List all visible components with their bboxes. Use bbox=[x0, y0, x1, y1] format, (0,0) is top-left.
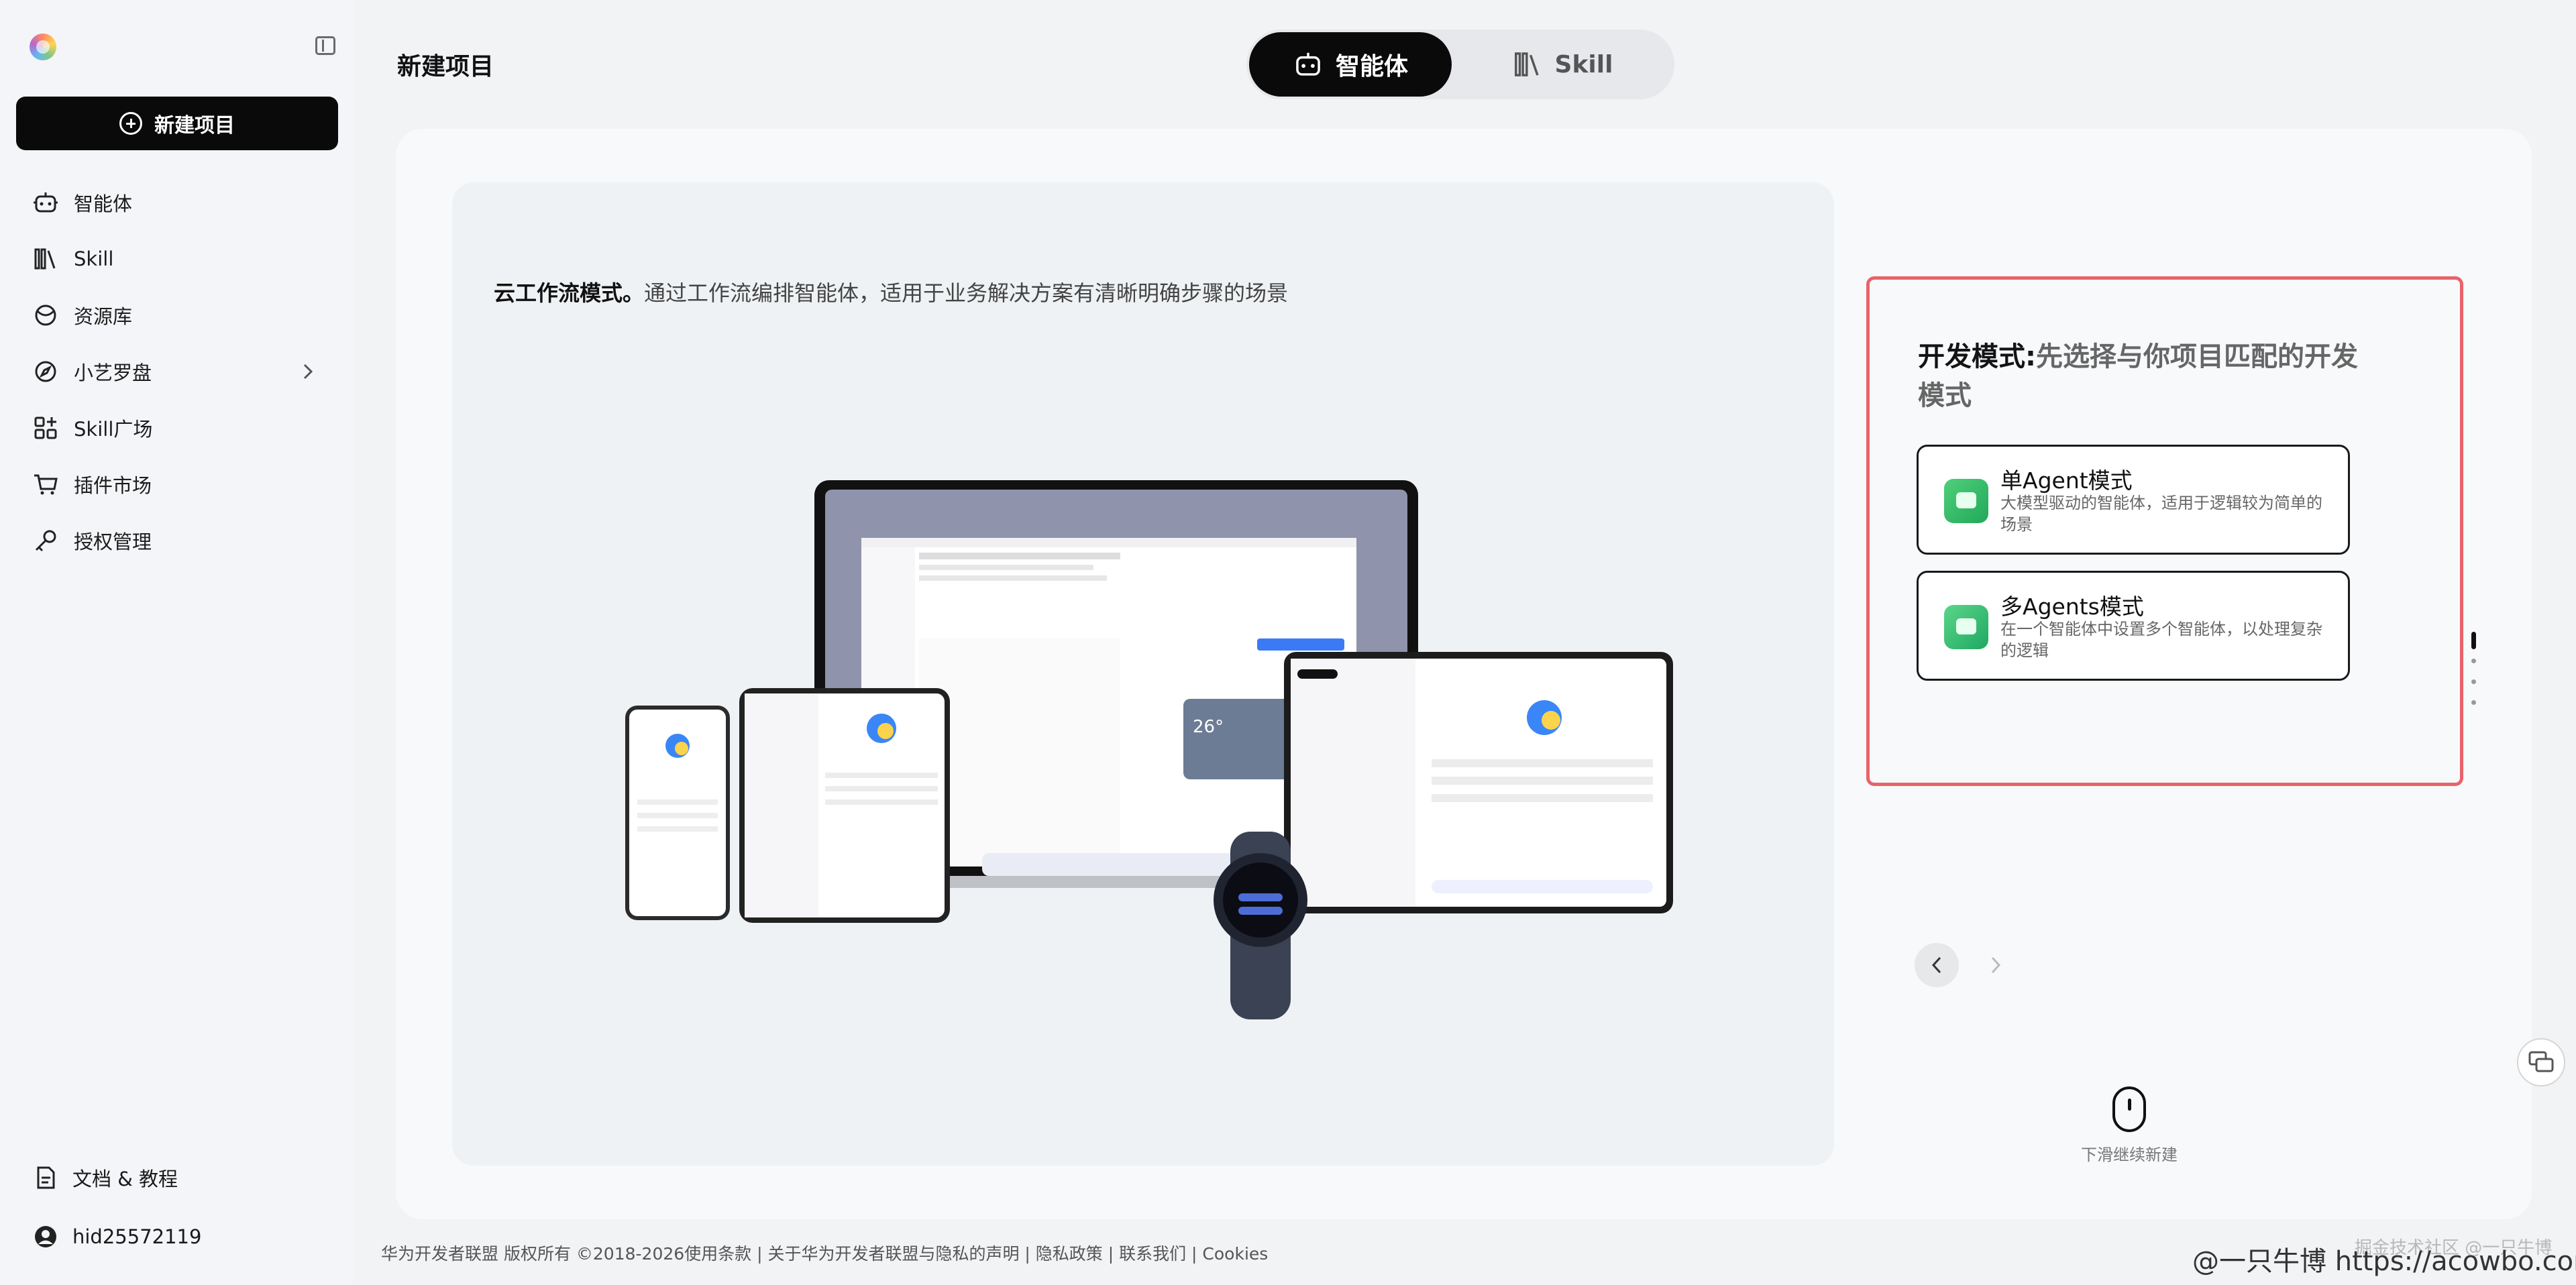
preview-description: 云工作流模式。通过工作流编排智能体，适用于业务解决方案有清晰明确步骤的场景 bbox=[494, 276, 1288, 307]
mouse-scroll-icon bbox=[2112, 1086, 2146, 1132]
tab-agent[interactable]: 智能体 bbox=[1249, 32, 1452, 97]
footer-links[interactable]: 华为开发者联盟 版权所有 ©2018-2026使用条款 | 关于华为开发者联盟与… bbox=[381, 1241, 1268, 1265]
chevron-left-icon bbox=[1931, 956, 1941, 974]
sidebar-item-label: Skill广场 bbox=[74, 418, 153, 441]
preview-heading: 云工作流模式。 bbox=[494, 280, 645, 306]
sidebar-item-skill[interactable]: Skill bbox=[16, 231, 338, 287]
tab-skill[interactable]: Skill bbox=[1456, 32, 1669, 97]
main-panel: 云工作流模式。通过工作流编排智能体，适用于业务解决方案有清晰明确步骤的场景 26… bbox=[396, 129, 2532, 1219]
weather-temperature: 26° bbox=[1193, 717, 1224, 737]
books-icon bbox=[32, 245, 59, 272]
avatar bbox=[32, 1223, 59, 1250]
page-indicator-active[interactable] bbox=[2471, 632, 2476, 649]
mode-card-description: 大模型驱动的智能体，适用于逻辑较为简单的场景 bbox=[2000, 494, 2322, 534]
page-indicator-dot[interactable] bbox=[2471, 700, 2476, 705]
cube-icon bbox=[1944, 605, 1988, 649]
sidebar-item-label: Skill bbox=[74, 247, 114, 270]
dev-mode-panel: 开发模式:先选择与你项目匹配的开发模式 单Agent模式 大模型驱动的智能体，适… bbox=[1866, 276, 2463, 786]
document-icon bbox=[32, 1164, 59, 1191]
sidebar-item-agent[interactable]: 智能体 bbox=[16, 174, 338, 231]
tab-skill-label: Skill bbox=[1554, 50, 1613, 78]
dev-mode-title: 开发模式:先选择与你项目匹配的开发模式 bbox=[1918, 337, 2374, 415]
feedback-button[interactable] bbox=[2517, 1038, 2565, 1086]
mode-card-title: 单Agent模式 bbox=[2000, 467, 2133, 494]
user-id: hid25572119 bbox=[72, 1225, 202, 1248]
tab-agent-label: 智能体 bbox=[1335, 53, 1408, 80]
grid-plus-icon bbox=[32, 414, 59, 441]
multi-agents-mode-card[interactable]: 多Agents模式 在一个智能体中设置多个智能体，以处理复杂的逻辑 bbox=[1917, 571, 2350, 681]
compass-icon bbox=[32, 358, 59, 385]
mode-preview-card: 云工作流模式。通过工作流编排智能体，适用于业务解决方案有清晰明确步骤的场景 26… bbox=[452, 182, 1834, 1166]
books-icon bbox=[1514, 52, 1539, 76]
sidebar-item-skill-square[interactable]: Skill广场 bbox=[16, 400, 338, 456]
dev-mode-title-bold: 开发模式: bbox=[1918, 341, 2036, 372]
sidebar-nav: 智能体 Skill 资源库 小艺罗盘 Skill广场 插件市场 授权管理 bbox=[16, 174, 338, 569]
robot-icon bbox=[1944, 479, 1988, 523]
robot-icon bbox=[1296, 52, 1320, 76]
docs-tutorial-link[interactable]: 文档 & 教程 bbox=[16, 1148, 338, 1207]
chevron-right-icon bbox=[301, 362, 315, 386]
scroll-hint-label: 下滑继续新建 bbox=[2081, 1146, 2178, 1164]
cart-icon bbox=[32, 471, 59, 498]
page-indicator-dot[interactable] bbox=[2471, 659, 2476, 663]
single-agent-mode-card[interactable]: 单Agent模式 大模型驱动的智能体，适用于逻辑较为简单的场景 bbox=[1917, 445, 2350, 555]
devices-illustration: 26° bbox=[625, 480, 1673, 1019]
cube-icon bbox=[32, 302, 59, 329]
mode-switch: 智能体 Skill bbox=[1246, 30, 1674, 99]
next-button[interactable] bbox=[1974, 943, 2018, 987]
new-project-button[interactable]: 新建项目 bbox=[16, 97, 338, 150]
robot-icon bbox=[32, 189, 59, 216]
new-project-label: 新建项目 bbox=[154, 114, 235, 137]
sidebar: 新建项目 智能体 Skill 资源库 小艺罗盘 Skill广场 插件市场 授权管… bbox=[0, 0, 353, 1285]
sidebar-item-auth-management[interactable]: 授权管理 bbox=[16, 512, 338, 569]
sidebar-bottom: 文档 & 教程 hid25572119 bbox=[16, 1148, 338, 1266]
user-account[interactable]: hid25572119 bbox=[16, 1207, 338, 1266]
preview-body: 通过工作流编排智能体，适用于业务解决方案有清晰明确步骤的场景 bbox=[644, 280, 1289, 306]
docs-label: 文档 & 教程 bbox=[72, 1168, 178, 1190]
key-icon bbox=[32, 527, 59, 554]
mode-card-description: 在一个智能体中设置多个智能体，以处理复杂的逻辑 bbox=[2000, 620, 2322, 660]
sidebar-item-label: 资源库 bbox=[74, 305, 133, 328]
page-indicator-dot[interactable] bbox=[2471, 679, 2476, 684]
scroll-hint: 下滑继续新建 bbox=[2062, 1086, 2196, 1165]
chevron-right-icon bbox=[1991, 956, 2001, 974]
page-title: 新建项目 bbox=[397, 53, 494, 80]
sidebar-collapse-icon[interactable] bbox=[315, 36, 335, 55]
overlay-caption: @一只牛博 https://acowbo.com bbox=[2192, 1246, 2576, 1277]
chat-bubble-icon bbox=[2528, 1051, 2554, 1072]
sidebar-item-label: 小艺罗盘 bbox=[74, 361, 152, 384]
sidebar-item-label: 智能体 bbox=[74, 192, 133, 215]
sidebar-item-label: 授权管理 bbox=[74, 530, 152, 553]
sidebar-item-xiaoyi-compass[interactable]: 小艺罗盘 bbox=[16, 343, 338, 400]
previous-button[interactable] bbox=[1915, 943, 1959, 987]
mode-card-title: 多Agents模式 bbox=[2000, 594, 2144, 620]
page-indicator bbox=[2471, 632, 2476, 721]
plus-circle-icon bbox=[119, 112, 142, 135]
sidebar-item-plugin-market[interactable]: 插件市场 bbox=[16, 456, 338, 512]
app-logo[interactable] bbox=[30, 34, 56, 60]
sidebar-item-label: 插件市场 bbox=[74, 474, 152, 497]
sidebar-item-resources[interactable]: 资源库 bbox=[16, 287, 338, 343]
